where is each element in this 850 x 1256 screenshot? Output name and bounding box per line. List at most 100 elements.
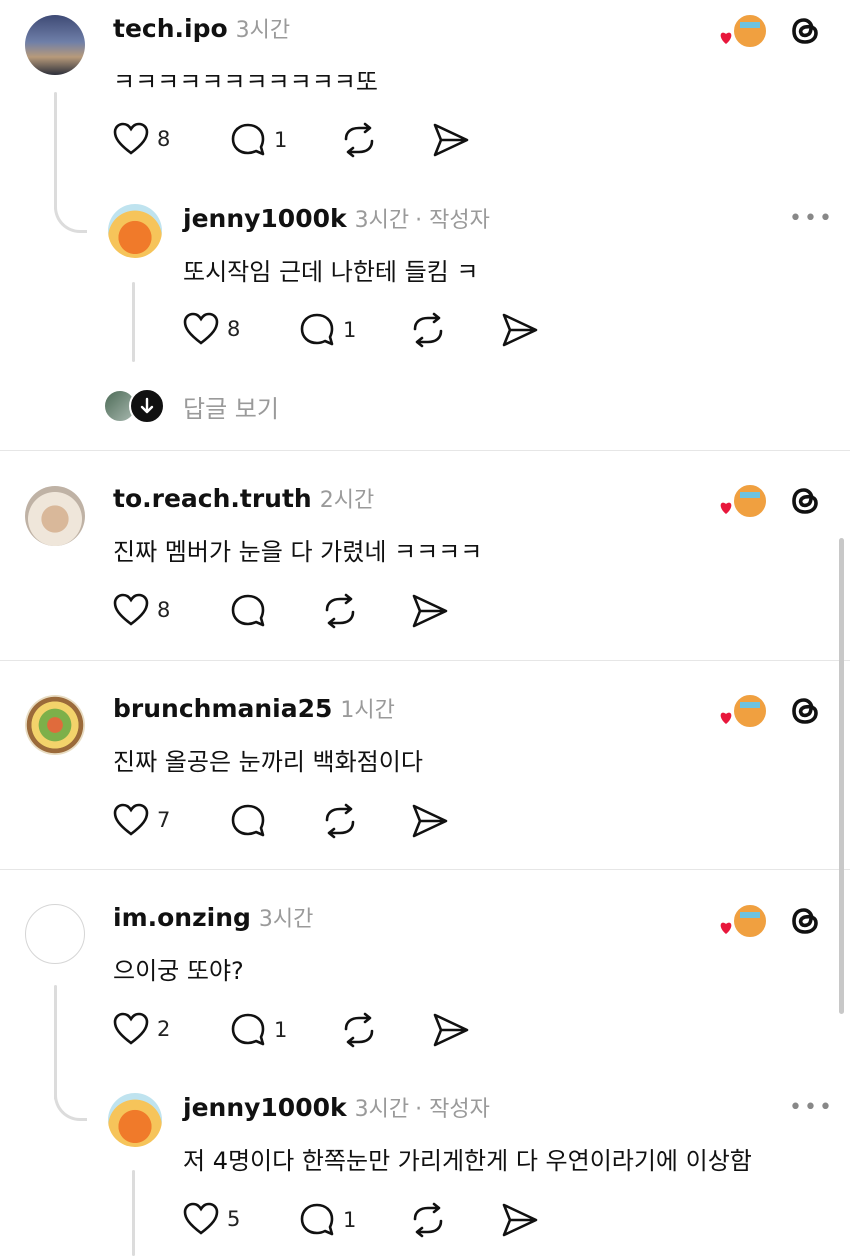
username-to-reach-truth[interactable]: to.reach.truth 2시간 [113,482,374,514]
comment-count: 1 [274,128,288,152]
share-button[interactable] [501,312,539,348]
username-brunchmania25[interactable]: brunchmania25 1시간 [113,692,395,724]
repost-button[interactable] [409,1202,447,1238]
like-button[interactable]: 8 [113,593,170,627]
username-text[interactable]: brunchmania25 [113,694,332,723]
username-text[interactable]: im.onzing [113,903,251,932]
like-button[interactable]: 8 [113,122,170,156]
repost-icon [344,122,374,158]
author-liked-badge [718,12,770,52]
threads-logo-icon[interactable] [786,692,824,734]
avatar-jenny1000k[interactable] [108,204,162,258]
more-options-button[interactable]: ••• [789,1095,834,1120]
author-liked-badge [718,482,770,522]
share-button[interactable] [432,122,470,158]
more-options-button[interactable]: ••• [789,206,834,231]
repost-icon [325,803,355,839]
avatar-im-onzing[interactable] [25,904,85,964]
like-button[interactable]: 2 [113,1012,170,1046]
comment-icon [231,594,265,627]
repost-button[interactable] [340,1012,378,1048]
repost-button[interactable] [340,122,378,158]
scrollbar[interactable] [839,538,844,1014]
threads-logo-icon[interactable] [786,902,824,944]
post-text: 진짜 멤버가 눈을 다 가렸네 ㅋㅋㅋㅋ [113,538,483,566]
repost-icon [344,1012,374,1048]
like-button[interactable]: 8 [183,312,240,346]
divider [0,869,850,870]
comment-button[interactable]: 1 [230,122,287,158]
like-count: 8 [157,127,171,151]
timestamp: 3시간 [354,208,410,233]
like-count: 8 [157,598,171,622]
reply-text: 또시작임 근데 나한테 들킴 ㅋ [183,258,479,286]
username-text[interactable]: to.reach.truth [113,484,312,513]
down-arrow-icon [129,388,165,424]
comment-button[interactable]: 1 [299,1202,356,1238]
timestamp: 2시간 [319,488,375,513]
comment-button[interactable] [230,803,266,839]
repost-icon [413,1202,443,1238]
like-count: 5 [227,1207,241,1231]
comment-button[interactable]: 1 [299,312,356,348]
share-button[interactable] [411,593,449,629]
repost-button[interactable] [321,803,359,839]
username-tech-ipo[interactable]: tech.ipo 3시간 [113,12,290,44]
threads-logo-icon[interactable] [786,482,824,524]
heart-icon [113,122,149,155]
username-jenny1000k[interactable]: jenny1000k 3시간 · 작성자 [183,202,490,234]
comment-button[interactable] [230,593,266,629]
repost-icon [413,312,443,348]
avatar-to-reach-truth[interactable] [25,486,85,546]
comment-count: 1 [343,318,357,342]
share-icon [412,804,448,838]
reply-text: 저 4명이다 한쪽눈만 가리게한게 다 우연이라기에 이상함 [183,1147,752,1175]
avatar-brunchmania25[interactable] [25,695,85,755]
like-count: 8 [227,317,241,341]
share-icon [412,594,448,628]
repost-button[interactable] [321,593,359,629]
threads-logo-icon[interactable] [786,12,824,54]
view-replies-label[interactable]: 답글 보기 [183,389,279,424]
username-jenny1000k[interactable]: jenny1000k 3시간 · 작성자 [183,1091,490,1123]
share-button[interactable] [501,1202,539,1238]
repost-button[interactable] [409,312,447,348]
share-icon [433,1013,469,1047]
timestamp: 1시간 [340,698,395,723]
heart-icon [113,1012,149,1045]
thread-connector [54,190,87,233]
thread-line [132,1170,135,1256]
thread-connector [54,1078,87,1121]
author-liked-badge [718,692,770,732]
username-text[interactable]: jenny1000k [183,1093,347,1122]
comment-icon [231,804,265,837]
username-text[interactable]: tech.ipo [113,14,228,43]
author-badge: · 작성자 [415,208,490,233]
comment-icon [231,123,265,156]
comment-button[interactable]: 1 [230,1012,287,1048]
heart-icon [113,803,149,836]
view-replies-button[interactable]: 답글 보기 [103,388,279,424]
author-badge: · 작성자 [415,1097,490,1122]
author-liked-badge [718,902,770,942]
avatar-tech-ipo[interactable] [25,15,85,75]
share-button[interactable] [432,1012,470,1048]
username-text[interactable]: jenny1000k [183,204,347,233]
username-im-onzing[interactable]: im.onzing 3시간 [113,901,313,933]
repost-icon [325,593,355,629]
post-text: 진짜 올공은 눈까리 백화점이다 [113,748,423,776]
comment-icon [231,1013,265,1046]
heart-icon [183,1202,219,1235]
avatar-jenny1000k[interactable] [108,1093,162,1147]
post-text: ㅋㅋㅋㅋㅋㅋㅋㅋㅋㅋㅋ또 [113,68,378,96]
divider [0,660,850,661]
timestamp: 3시간 [258,907,314,932]
share-icon [502,313,538,347]
post-text: 으이궁 또야? [113,957,244,985]
like-count: 2 [157,1017,171,1041]
like-button[interactable]: 5 [183,1202,240,1236]
share-button[interactable] [411,803,449,839]
like-button[interactable]: 7 [113,803,170,837]
timestamp: 3시간 [354,1097,410,1122]
share-icon [502,1203,538,1237]
